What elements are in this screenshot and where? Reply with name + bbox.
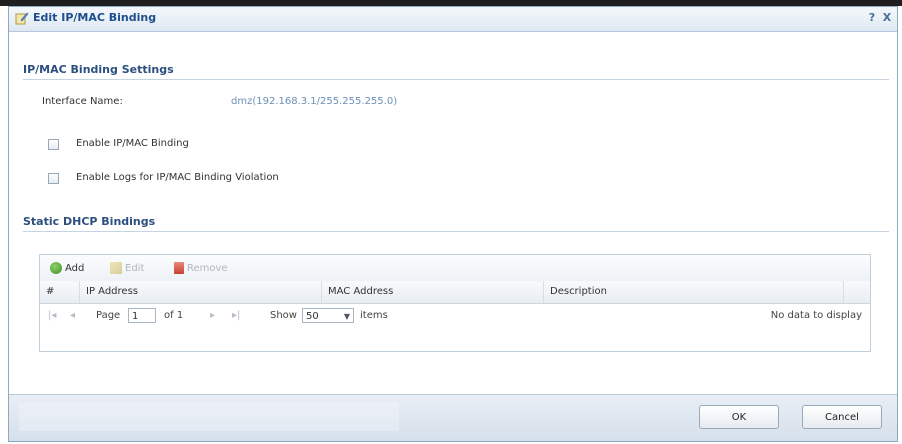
grid-pager: |◂ ◂ Page 1 of 1 ▸ ▸| Show 50 ▼ items No… <box>40 303 870 329</box>
interface-name-label: Interface Name: <box>42 96 123 107</box>
page-size-select[interactable]: 50 ▼ <box>302 308 354 323</box>
edit-icon <box>110 262 122 274</box>
section-divider <box>23 79 889 80</box>
static-dhcp-grid: Add Edit Remove # IP Address MAC Address… <box>39 254 871 352</box>
section-title-ip-mac-settings: IP/MAC Binding Settings <box>23 63 174 76</box>
grid-header: # IP Address MAC Address Description <box>40 281 870 304</box>
dialog-titlebar: Edit IP/MAC Binding ? X <box>9 7 897 32</box>
add-icon <box>50 262 62 274</box>
edit-ip-mac-binding-dialog: Edit IP/MAC Binding ? X IP/MAC Binding S… <box>8 6 898 442</box>
footer-background-shadow <box>19 403 399 431</box>
help-icon[interactable]: ? <box>865 10 879 26</box>
cancel-button[interactable]: Cancel <box>802 405 882 429</box>
ok-button[interactable]: OK <box>699 405 779 429</box>
page-label: Page <box>96 310 121 321</box>
column-header-ip-address[interactable]: IP Address <box>80 281 322 303</box>
dialog-footer: OK Cancel <box>9 394 897 441</box>
edit-pencil-icon <box>15 12 29 25</box>
add-button[interactable]: Add <box>50 260 84 276</box>
remove-label: Remove <box>187 262 228 274</box>
grid-toolbar: Add Edit Remove <box>40 255 870 282</box>
section-divider <box>23 231 889 232</box>
column-header-description[interactable]: Description <box>544 281 844 303</box>
close-icon[interactable]: X <box>880 10 894 26</box>
items-label: items <box>360 310 388 321</box>
chevron-down-icon: ▼ <box>343 312 350 321</box>
page-number-input[interactable]: 1 <box>128 308 156 323</box>
no-data-message: No data to display <box>770 310 862 321</box>
show-label: Show <box>270 310 297 321</box>
previous-page-button[interactable]: ◂ <box>70 303 75 329</box>
page-size-value: 50 <box>306 311 319 322</box>
add-label: Add <box>65 262 85 274</box>
remove-button[interactable]: Remove <box>174 260 228 276</box>
enable-logs-label[interactable]: Enable Logs for IP/MAC Binding Violation <box>76 172 279 183</box>
column-header-mac-address[interactable]: MAC Address <box>322 281 544 303</box>
next-page-button[interactable]: ▸ <box>210 303 215 329</box>
last-page-button[interactable]: ▸| <box>232 303 240 329</box>
enable-logs-checkbox[interactable] <box>48 173 59 184</box>
page-count-label: of 1 <box>164 310 184 321</box>
interface-name-value: dmz(192.168.3.1/255.255.255.0) <box>231 96 398 107</box>
column-header-number[interactable]: # <box>40 281 80 303</box>
edit-label: Edit <box>125 262 145 274</box>
enable-ip-mac-binding-checkbox[interactable] <box>48 139 59 150</box>
edit-button[interactable]: Edit <box>110 260 144 276</box>
trash-icon <box>174 262 184 274</box>
dialog-title: Edit IP/MAC Binding <box>33 11 157 24</box>
enable-ip-mac-binding-label[interactable]: Enable IP/MAC Binding <box>76 138 189 149</box>
section-title-static-dhcp: Static DHCP Bindings <box>23 215 156 228</box>
first-page-button[interactable]: |◂ <box>48 303 56 329</box>
column-menu-handle[interactable] <box>844 281 870 303</box>
